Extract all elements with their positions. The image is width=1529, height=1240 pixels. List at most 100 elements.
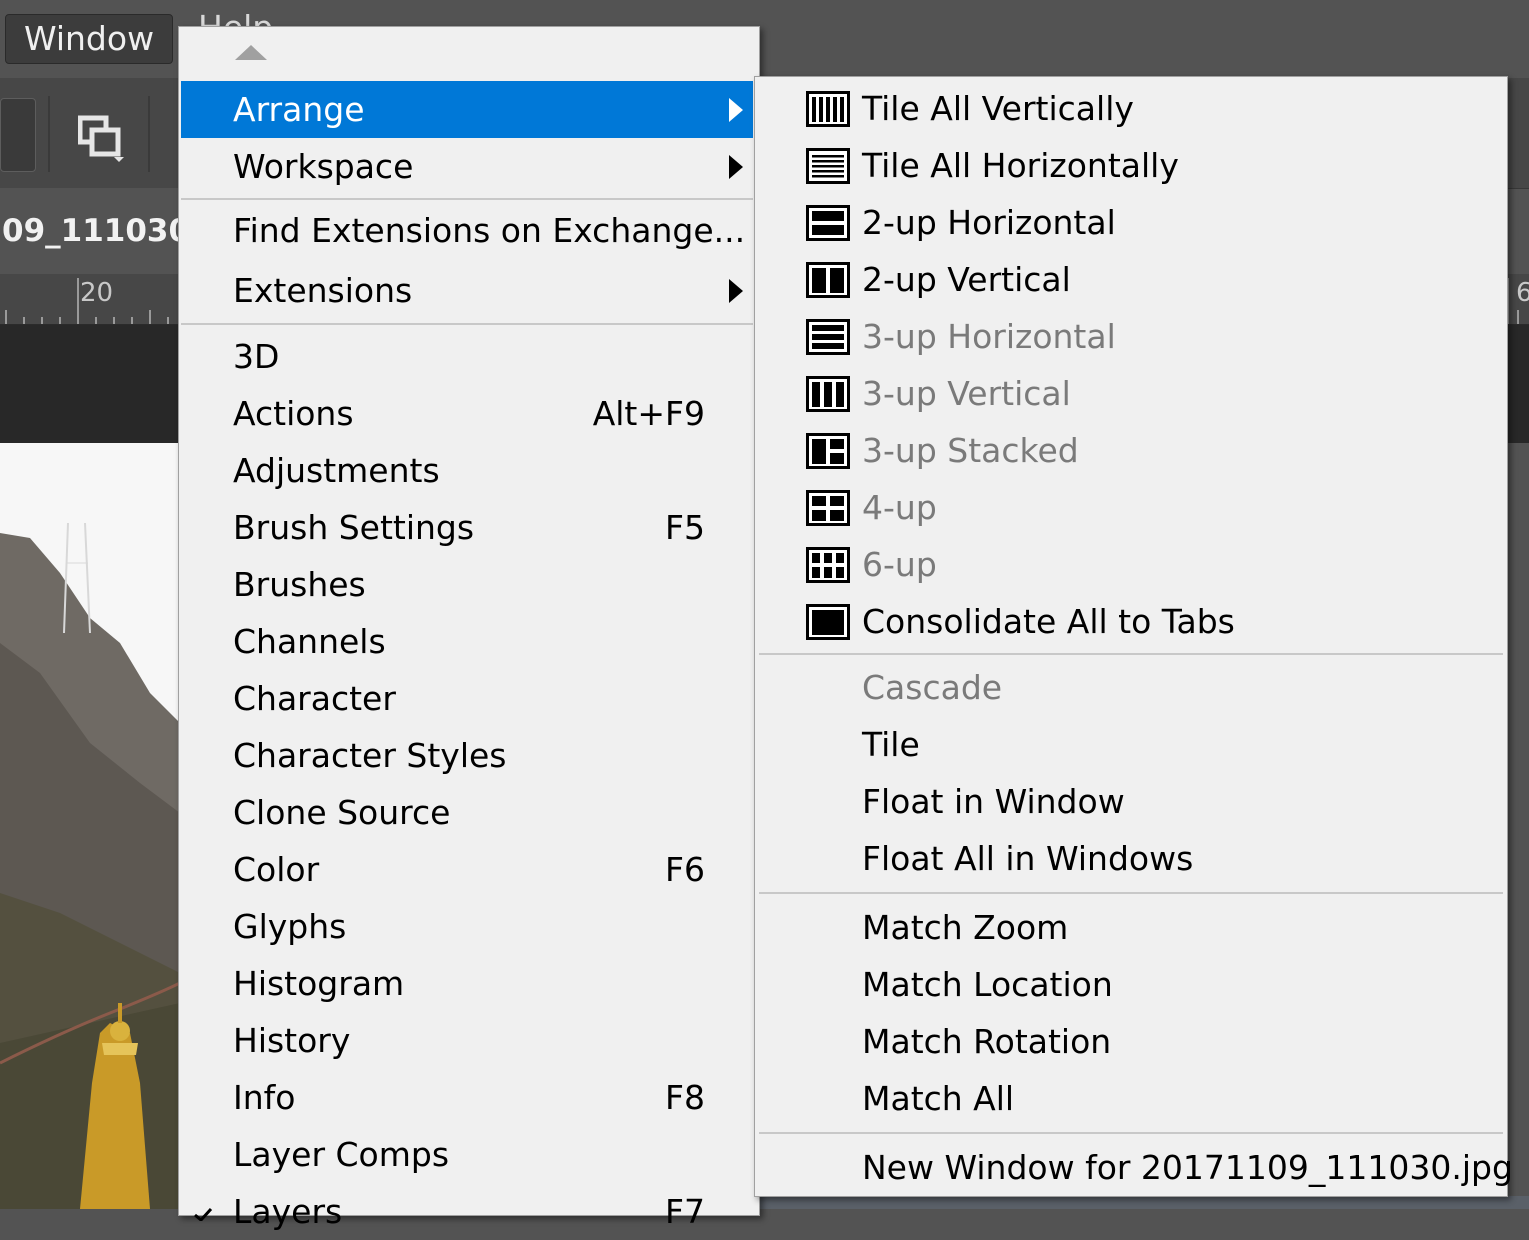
submenu-arrow-icon [729, 98, 743, 122]
menu-item-character-styles[interactable]: Character Styles [181, 727, 753, 784]
two-up-horizontal-icon [806, 205, 850, 241]
menu-item-label: Character Styles [233, 736, 507, 775]
menu-item-3d[interactable]: 3D [181, 328, 753, 385]
menu-item-float-in-window[interactable]: Float in Window [755, 773, 1507, 830]
menu-item-find-extensions-on-exchange[interactable]: Find Extensions on Exchange... [181, 202, 753, 259]
menu-item-label: Tile All Vertically [862, 89, 1134, 128]
menu-item-clone-source[interactable]: Clone Source [181, 784, 753, 841]
two-up-vertical-icon [806, 262, 850, 298]
menu-item-label: Glyphs [233, 907, 347, 946]
menu-item-label: Cascade [862, 668, 1003, 707]
menu-item-cascade: Cascade [755, 659, 1507, 716]
tool-preset-picker[interactable] [0, 98, 36, 172]
six-up-icon [806, 547, 850, 583]
menu-item-shortcut: F6 [665, 850, 705, 889]
menu-item-arrange[interactable]: Arrange [181, 81, 753, 138]
menu-item-float-all-in-windows[interactable]: Float All in Windows [755, 830, 1507, 887]
triangle-up-icon[interactable] [235, 45, 267, 60]
four-up-icon [806, 490, 850, 526]
window-menu: Arrange Workspace Find Extensions on Excha… [178, 26, 760, 1231]
menu-separator [759, 892, 1503, 894]
menu-item-match-all[interactable]: Match All [755, 1070, 1507, 1127]
menu-item-label: Tile [862, 725, 920, 764]
menu-item-label: Match Location [862, 965, 1113, 1004]
menu-item-workspace[interactable]: Workspace [181, 138, 753, 195]
menu-item-actions[interactable]: Actions Alt+F9 [181, 385, 753, 442]
menu-item-label: Color [233, 850, 320, 889]
menu-item-label: 2-up Vertical [862, 260, 1071, 299]
menu-item-match-zoom[interactable]: Match Zoom [755, 899, 1507, 956]
menu-item-3-up-stacked: 3-up Stacked [755, 422, 1507, 479]
menu-item-brush-settings[interactable]: Brush Settings F5 [181, 499, 753, 556]
menu-item-new-window-for-20171109-111030-jpg[interactable]: New Window for 20171109_111030.jpg [755, 1139, 1513, 1196]
menu-item-label: Brushes [233, 565, 366, 604]
checkmark-icon [194, 1207, 213, 1221]
menu-item-label: New Window for 20171109_111030.jpg [862, 1148, 1513, 1187]
menu-item-label: Float All in Windows [862, 839, 1194, 878]
menu-item-label: Find Extensions on Exchange... [233, 211, 746, 250]
menu-item-label: 2-up Horizontal [862, 203, 1116, 242]
menu-item-label: Character [233, 679, 396, 718]
menu-item-label: Tile All Horizontally [862, 146, 1179, 185]
menu-item-shortcut: F7 [665, 1192, 705, 1231]
document-tab[interactable]: 09_111030. [0, 188, 182, 274]
menu-item-label: Info [233, 1078, 296, 1117]
tile-horizontal-icon [806, 148, 850, 184]
options-divider [48, 96, 50, 172]
menu-item-6-up: 6-up [755, 536, 1507, 593]
menu-item-glyphs[interactable]: Glyphs [181, 898, 753, 955]
menu-item-adjustments[interactable]: Adjustments [181, 442, 753, 499]
menu-item-label: Adjustments [233, 451, 440, 490]
menu-item-label: Arrange [233, 90, 365, 129]
menu-item-info[interactable]: Info F8 [181, 1069, 753, 1126]
menu-item-label: Channels [233, 622, 386, 661]
menu-item-tile-all-vertically[interactable]: Tile All Vertically [755, 80, 1507, 137]
menu-item-layers[interactable]: Layers F7 [181, 1183, 753, 1240]
menu-item-color[interactable]: Color F6 [181, 841, 753, 898]
menu-item-label: Actions [233, 394, 354, 433]
menu-item-label: Match Rotation [862, 1022, 1112, 1061]
menu-item-label: 3-up Vertical [862, 374, 1071, 413]
menu-separator [759, 653, 1503, 655]
document-image [760, 1196, 1529, 1209]
menu-item-4-up: 4-up [755, 479, 1507, 536]
menu-item-layer-comps[interactable]: Layer Comps [181, 1126, 753, 1183]
menubar-window-button[interactable]: Window [5, 14, 173, 64]
menu-item-label: 3D [233, 337, 280, 376]
menu-separator [181, 323, 753, 325]
menu-item-history[interactable]: History [181, 1012, 753, 1069]
consolidate-tabs-icon [806, 604, 850, 640]
menu-item-label: Layers [233, 1192, 343, 1231]
menu-item-brushes[interactable]: Brushes [181, 556, 753, 613]
menu-item-consolidate-all-to-tabs[interactable]: Consolidate All to Tabs [755, 593, 1507, 650]
submenu-arrow-icon [729, 155, 743, 179]
menu-item-extensions[interactable]: Extensions [181, 262, 753, 319]
menu-separator [759, 1132, 1503, 1134]
menu-item-histogram[interactable]: Histogram [181, 955, 753, 1012]
menu-item-3-up-vertical: 3-up Vertical [755, 365, 1507, 422]
menu-item-label: 4-up [862, 488, 937, 527]
menu-item-2-up-vertical[interactable]: 2-up Vertical [755, 251, 1507, 308]
arrange-documents-icon[interactable] [77, 112, 126, 162]
menu-item-tile[interactable]: Tile [755, 716, 1507, 773]
menu-item-match-rotation[interactable]: Match Rotation [755, 1013, 1507, 1070]
menu-item-2-up-horizontal[interactable]: 2-up Horizontal [755, 194, 1507, 251]
menu-item-label: 3-up Stacked [862, 431, 1079, 470]
menu-item-label: Consolidate All to Tabs [862, 602, 1235, 641]
menu-item-character[interactable]: Character [181, 670, 753, 727]
menu-item-label: Match Zoom [862, 908, 1069, 947]
menu-item-label: Match All [862, 1079, 1015, 1118]
options-divider [148, 96, 150, 172]
menu-item-shortcut: F5 [665, 508, 705, 547]
menu-item-match-location[interactable]: Match Location [755, 956, 1507, 1013]
menu-item-label: Extensions [233, 271, 413, 310]
menu-item-label: 3-up Horizontal [862, 317, 1116, 356]
menu-item-tile-all-horizontally[interactable]: Tile All Horizontally [755, 137, 1507, 194]
ruler-label: 6 [1516, 278, 1529, 308]
menu-item-label: Float in Window [862, 782, 1125, 821]
menu-item-shortcut: Alt+F9 [592, 394, 705, 433]
menu-item-label: Clone Source [233, 793, 451, 832]
menu-separator [181, 198, 753, 200]
menu-item-channels[interactable]: Channels [181, 613, 753, 670]
three-up-horizontal-icon [806, 319, 850, 355]
